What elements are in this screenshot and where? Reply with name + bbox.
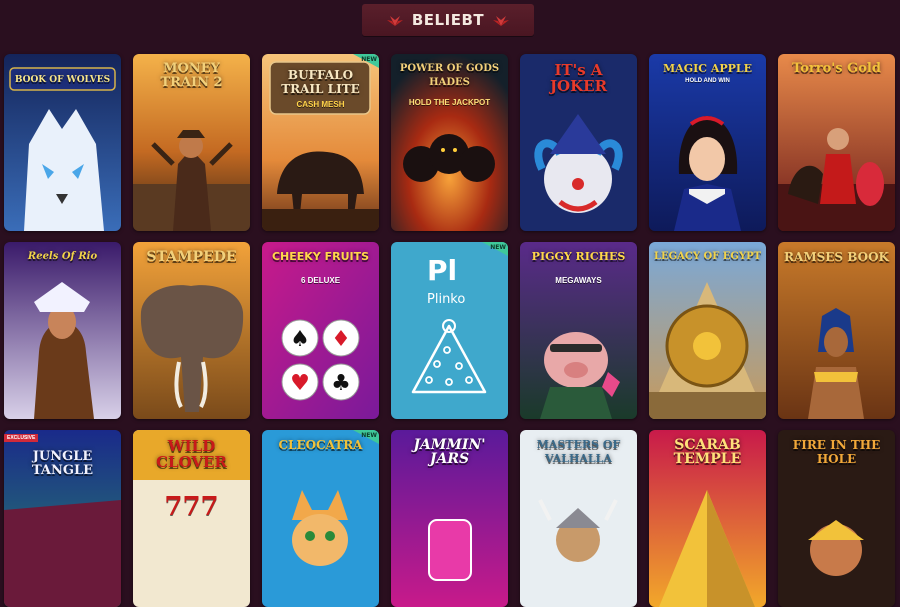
game-title: BUFFALO TRAIL LITE: [281, 68, 360, 96]
game-title: LEGACY OF EGYPT: [653, 251, 762, 262]
game-title: Plinko: [427, 292, 466, 307]
svg-text:♥: ♥: [290, 371, 310, 396]
game-tile-jammin-jars[interactable]: JAMMIN' JARS: [391, 430, 508, 607]
game-tile-money-train-2[interactable]: MONEY TRAIN 2: [133, 54, 250, 231]
game-tile-book-of-wolves[interactable]: BOOK OF WOLVES: [4, 54, 121, 231]
game-title: BOOK OF WOLVES: [14, 75, 111, 85]
game-artwork: [520, 242, 637, 419]
game-artwork: ♠ ♦ ♥ ♣: [262, 242, 379, 419]
game-tile-its-a-joker[interactable]: IT's A JOKER: [520, 54, 637, 231]
game-subtitle: MEGAWAYS: [555, 276, 602, 285]
new-badge: NEW: [349, 430, 379, 448]
game-subtitle: 777: [164, 492, 219, 522]
game-tile-cheeky-fruits[interactable]: ♠ ♦ ♥ ♣ CHEEKY FRUITS 6 DELUXE: [262, 242, 379, 419]
new-badge: NEW: [478, 242, 508, 260]
game-title: PIGGY RICHES: [531, 250, 626, 263]
game-artwork: [778, 54, 895, 231]
game-title: WILD CLOVER: [156, 437, 227, 471]
game-code: Pl: [427, 254, 458, 287]
game-tile-stampede[interactable]: STAMPEDE: [133, 242, 250, 419]
game-artwork: [4, 242, 121, 419]
right-ornament-icon: [493, 16, 510, 26]
game-tile-masters-of-valhalla[interactable]: MASTERS OF VALHALLA: [520, 430, 637, 607]
svg-text:♦: ♦: [331, 327, 351, 352]
game-grid: BOOK OF WOLVES MONEY TRAIN 2 BUFFALO TRA…: [4, 54, 895, 607]
game-tile-plinko[interactable]: Pl Plinko NEW: [391, 242, 508, 419]
game-artwork: [262, 430, 379, 607]
game-tile-wild-clover[interactable]: WILD CLOVER 777: [133, 430, 250, 607]
game-title: POWER OF GODS HADES: [399, 63, 500, 88]
game-title: STAMPEDE: [146, 249, 237, 265]
game-tile-fire-in-the-hole[interactable]: FIRE IN THE HOLE: [778, 430, 895, 607]
game-tile-reels-of-rio[interactable]: Reels Of Rio: [4, 242, 121, 419]
game-subtitle: HOLD AND WIN: [685, 78, 730, 84]
game-tile-torros-gold[interactable]: Torro's Gold: [778, 54, 895, 231]
left-ornament-icon: [386, 16, 403, 26]
game-title: IT's A JOKER: [549, 61, 608, 95]
section-header: BELIEBT: [0, 0, 900, 44]
game-title: CHEEKY FRUITS: [271, 250, 370, 263]
game-title: MAGIC APPLE: [662, 62, 753, 75]
game-title: JUNGLE TANGLE: [31, 449, 94, 478]
game-tile-magic-apple[interactable]: MAGIC APPLE HOLD AND WIN: [649, 54, 766, 231]
svg-text:♠: ♠: [290, 327, 310, 352]
game-tile-piggy-riches[interactable]: PIGGY RICHES MEGAWAYS: [520, 242, 637, 419]
exclusive-badge: EXCLUSIVE: [4, 434, 39, 442]
game-tile-power-of-gods-hades[interactable]: POWER OF GODS HADES HOLD THE JACKPOT: [391, 54, 508, 231]
section-title: BELIEBT: [411, 11, 485, 29]
game-tile-ramses-book[interactable]: RAMSES BOOK: [778, 242, 895, 419]
game-tile-jungle-tangle[interactable]: EXCLUSIVE JUNGLE TANGLE: [4, 430, 121, 607]
game-tile-cleocatra[interactable]: CLEOCATRA NEW: [262, 430, 379, 607]
game-subtitle: HOLD THE JACKPOT: [408, 98, 491, 107]
game-artwork: [649, 242, 766, 419]
game-artwork: [133, 242, 250, 419]
game-title: SCARAB TEMPLE: [673, 437, 742, 467]
game-artwork: [778, 242, 895, 419]
game-title: RAMSES BOOK: [784, 250, 889, 264]
game-title: MASTERS OF VALHALLA: [536, 438, 621, 465]
game-subtitle: CASH MESH: [296, 100, 345, 109]
game-title: Reels Of Rio: [27, 251, 98, 262]
game-tile-legacy-of-egypt[interactable]: LEGACY OF EGYPT: [649, 242, 766, 419]
game-title: Torro's Gold: [792, 61, 881, 76]
game-title: FIRE IN THE HOLE: [792, 438, 881, 466]
section-title-badge: BELIEBT: [362, 4, 534, 36]
game-tile-buffalo-trail-lite[interactable]: BUFFALO TRAIL LITE CASH MESH NEW: [262, 54, 379, 231]
game-tile-scarab-temple[interactable]: SCARAB TEMPLE: [649, 430, 766, 607]
game-title: MONEY TRAIN 2: [160, 61, 223, 90]
svg-text:♣: ♣: [331, 371, 351, 396]
new-badge: NEW: [349, 54, 379, 72]
game-subtitle: 6 DELUXE: [300, 276, 341, 285]
game-title: JAMMIN' JARS: [413, 437, 486, 467]
